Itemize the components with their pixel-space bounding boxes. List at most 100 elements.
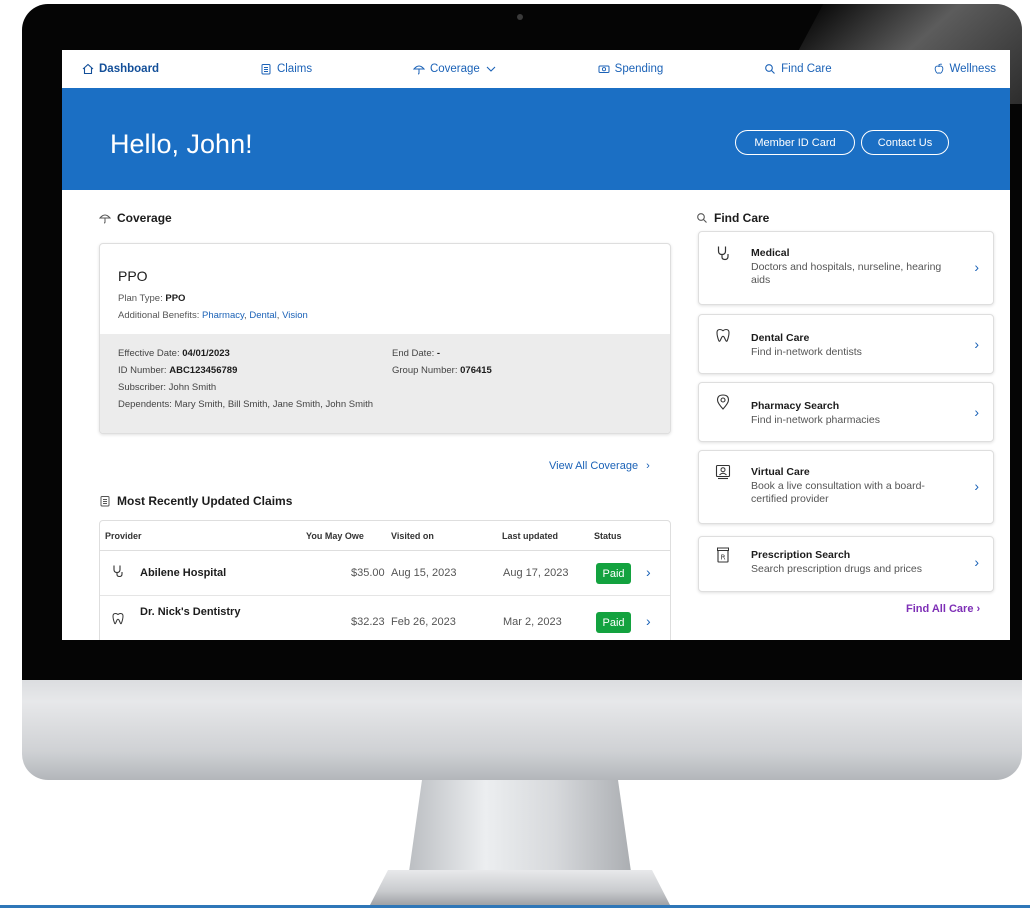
effective-date-value: 04/01/2023 — [182, 348, 230, 359]
benefits-label: Additional Benefits: — [118, 310, 200, 321]
care-card-pharmacy[interactable]: Pharmacy Search Find in-network pharmaci… — [698, 382, 994, 442]
visited-date: Aug 15, 2023 — [391, 567, 457, 579]
stethoscope-icon — [113, 565, 123, 578]
column-header-updated: Last updated — [502, 531, 559, 541]
benefit-vision-link[interactable]: Vision — [282, 310, 308, 321]
find-care-section-title: Find Care — [696, 211, 769, 225]
chevron-right-icon: › — [974, 554, 979, 570]
care-card-title: Prescription Search — [751, 549, 851, 561]
benefit-pharmacy-link[interactable]: Pharmacy — [202, 310, 244, 321]
footer-rule — [0, 905, 1030, 908]
plan-type-label: Plan Type: — [118, 293, 163, 304]
table-row[interactable]: Abilene Hospital $35.00 Aug 15, 2023 Aug… — [100, 551, 670, 595]
claims-title-text: Most Recently Updated Claims — [117, 494, 293, 508]
search-icon — [765, 64, 776, 74]
column-header-owe: You May Owe — [306, 531, 364, 541]
view-all-coverage-link[interactable]: View All Coverage › — [549, 460, 650, 472]
updated-date: Mar 2, 2023 — [503, 616, 562, 628]
home-icon — [82, 63, 94, 75]
location-pin-icon — [716, 394, 730, 410]
nav-coverage-label: Coverage — [429, 63, 480, 75]
coverage-section-title: Coverage — [99, 211, 172, 225]
nav-claims[interactable]: Claims — [260, 63, 312, 75]
group-number-label: Group Number: — [392, 365, 458, 376]
chevron-down-icon — [486, 66, 496, 72]
tooth-icon — [716, 328, 730, 342]
chevron-right-icon: › — [974, 336, 979, 352]
nav-spending[interactable]: Spending — [598, 63, 664, 75]
table-row[interactable]: Dr. Nick's Dentistry $32.23 Feb 26, 2023… — [100, 595, 670, 639]
find-care-title-text: Find Care — [714, 211, 770, 225]
claims-section-title: Most Recently Updated Claims — [99, 494, 292, 508]
provider-name: Dr. Nick's Dentistry — [140, 606, 241, 618]
group-number: Group Number: 076415 — [392, 365, 492, 376]
hero-banner: Hello, John! Member ID Card Contact Us — [62, 88, 1010, 190]
chevron-right-icon: › — [974, 478, 979, 494]
chevron-right-icon: › — [646, 460, 650, 472]
provider-name: Abilene Hospital — [140, 567, 227, 579]
chevron-right-icon[interactable]: › — [646, 564, 651, 580]
nav-find-care-label: Find Care — [781, 63, 832, 75]
apple-icon — [934, 63, 943, 74]
chevron-right-icon: › — [976, 603, 981, 615]
end-date: End Date: - — [392, 348, 440, 359]
updated-date: Aug 17, 2023 — [503, 567, 569, 579]
clipboard-icon — [100, 496, 110, 507]
nav-dashboard-label: Dashboard — [99, 63, 160, 75]
column-header-visited: Visited on — [391, 531, 434, 541]
app-screen: Dashboard Claims Coverage Spending Find … — [62, 50, 1010, 640]
money-icon — [598, 65, 610, 73]
visited-date: Feb 26, 2023 — [391, 616, 456, 628]
id-number: ID Number: ABC123456789 — [118, 365, 237, 376]
nav-wellness-label: Wellness — [949, 63, 996, 75]
care-card-virtual[interactable]: Virtual Care Book a live consultation wi… — [698, 450, 994, 524]
dependents: Dependents: Mary Smith, Bill Smith, Jane… — [118, 399, 374, 410]
id-number-value: ABC123456789 — [169, 365, 238, 376]
group-number-value: 076415 — [460, 365, 492, 376]
umbrella-icon — [99, 214, 111, 224]
find-all-care-link[interactable]: Find All Care › — [906, 603, 980, 615]
nav-wellness[interactable]: Wellness — [933, 63, 996, 75]
top-nav: Dashboard Claims Coverage Spending Find … — [62, 50, 1010, 88]
column-header-status: Status — [594, 531, 622, 541]
monitor-stand-base — [370, 870, 670, 905]
coverage-details: Effective Date: 04/01/2023 End Date: - I… — [100, 334, 670, 433]
monitor-bezel: Dashboard Claims Coverage Spending Find … — [22, 4, 1022, 680]
view-all-coverage-label: View All Coverage — [549, 460, 639, 472]
amount-owed: $32.23 — [351, 616, 385, 628]
additional-benefits-line: Additional Benefits: Pharmacy, Dental, V… — [118, 310, 308, 321]
member-id-card-button[interactable]: Member ID Card — [735, 130, 855, 155]
prescription-icon: R — [717, 547, 729, 563]
nav-dashboard[interactable]: Dashboard — [82, 63, 159, 75]
care-card-medical[interactable]: Medical Doctors and hospitals, nurseline… — [698, 231, 994, 305]
plan-type-value: PPO — [165, 293, 186, 304]
nav-coverage[interactable]: Coverage — [412, 63, 497, 75]
chevron-right-icon: › — [974, 404, 979, 420]
stethoscope-icon — [717, 246, 729, 261]
plan-name: PPO — [118, 268, 148, 284]
contact-us-button[interactable]: Contact Us — [861, 130, 949, 155]
care-card-dental[interactable]: Dental Care Find in-network dentists › — [698, 314, 994, 374]
tooth-icon — [112, 612, 124, 625]
coverage-card: PPO Plan Type: PPO Additional Benefits: … — [99, 243, 671, 434]
care-card-description: Find in-network pharmacies — [751, 414, 880, 426]
chevron-right-icon[interactable]: › — [646, 613, 651, 629]
benefit-dental-link[interactable]: Dental — [249, 310, 276, 321]
end-date-value: - — [436, 348, 441, 359]
chevron-right-icon: › — [974, 259, 979, 275]
page-title: Hello, John! — [110, 129, 253, 159]
amount-owed: $35.00 — [351, 567, 385, 579]
id-number-label: ID Number: — [118, 365, 167, 376]
nav-find-care[interactable]: Find Care — [764, 63, 832, 75]
search-icon — [697, 213, 707, 223]
status-badge: Paid — [596, 563, 631, 584]
care-card-description: Book a live consultation with a board-ce… — [751, 480, 925, 505]
column-header-provider: Provider — [105, 531, 142, 541]
care-card-prescription[interactable]: R Prescription Search Search prescriptio… — [698, 536, 994, 592]
claims-table: Provider You May Owe Visited on Last upd… — [99, 520, 671, 640]
care-card-title: Dental Care — [751, 332, 810, 344]
end-date-label: End Date: — [392, 348, 435, 359]
nav-spending-label: Spending — [614, 63, 664, 75]
monitor-chin — [22, 668, 1022, 780]
webcam — [517, 14, 523, 20]
